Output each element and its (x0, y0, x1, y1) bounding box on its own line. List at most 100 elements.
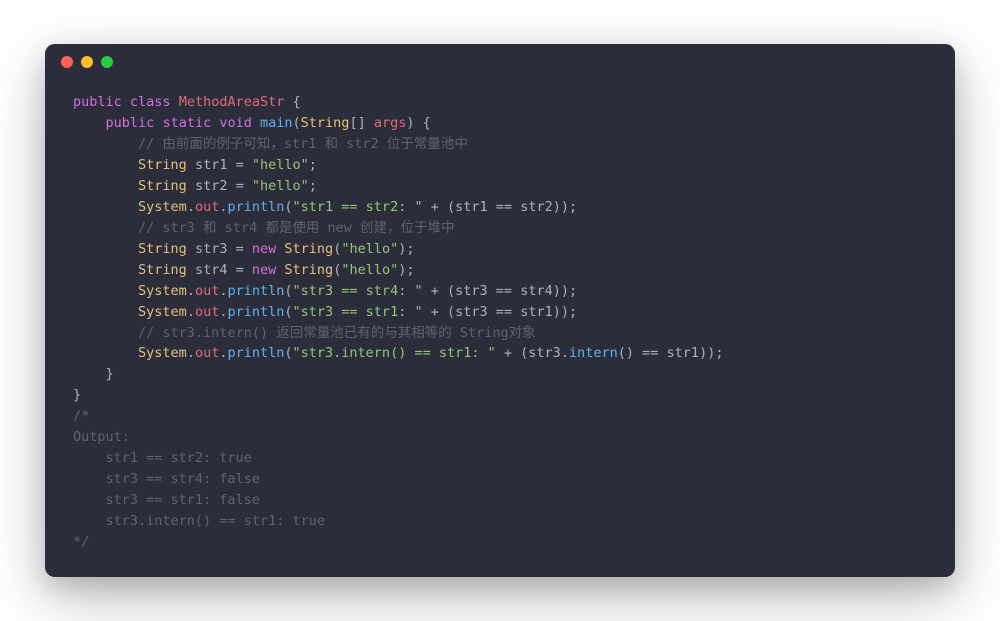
field-out: out (195, 345, 219, 361)
output-line: str3 == str4: false (73, 471, 260, 487)
block-comment-close: */ (73, 534, 89, 550)
field-out: out (195, 304, 219, 320)
kw-public: public (106, 115, 155, 131)
brace: { (293, 94, 301, 110)
str-msg12: "str1 == str2: " (293, 199, 423, 215)
assign: = (236, 241, 244, 257)
fn-intern: intern (569, 345, 618, 361)
paren: ( (447, 283, 455, 299)
type-string: String (284, 241, 333, 257)
maximize-icon[interactable] (101, 56, 113, 68)
brace: } (106, 366, 114, 382)
var-str3: str3 (195, 241, 228, 257)
type-system: System (138, 304, 187, 320)
minimize-icon[interactable] (81, 56, 93, 68)
paren: ( (447, 304, 455, 320)
output-label: Output: (73, 429, 130, 445)
kw-public: public (73, 94, 122, 110)
code-window: public class MethodAreaStr { public stat… (45, 44, 955, 576)
output-line: str3.intern() == str1: true (73, 513, 325, 529)
var-str3: str3 (455, 304, 488, 320)
code-block: public class MethodAreaStr { public stat… (45, 80, 955, 576)
type-system: System (138, 283, 187, 299)
eqeq: == (496, 199, 512, 215)
fn-println: println (227, 345, 284, 361)
dot: . (187, 199, 195, 215)
parens-semi: )); (699, 345, 723, 361)
var-str2: str2 (520, 199, 553, 215)
comment-line: // str3.intern() 返回常量池已有的与其相等的 String对象 (138, 325, 536, 341)
paren: ( (284, 283, 292, 299)
paren: ( (284, 304, 292, 320)
comment-line: // str3 和 str4 都是使用 new 创建，位于堆中 (138, 220, 454, 236)
assign: = (236, 178, 244, 194)
var-str4: str4 (195, 262, 228, 278)
type-string: String (138, 262, 187, 278)
parens-semi: )); (553, 304, 577, 320)
titlebar (45, 44, 955, 80)
plus: + (431, 304, 439, 320)
plus: + (431, 283, 439, 299)
str-hello: "hello" (341, 262, 398, 278)
plus: + (431, 199, 439, 215)
brackets: [] (349, 115, 365, 131)
parens-semi: )); (553, 283, 577, 299)
block-comment-open: /* (73, 408, 89, 424)
assign: = (236, 157, 244, 173)
str-msg-intern: "str3.intern() == str1: " (293, 345, 496, 361)
kw-void: void (219, 115, 252, 131)
paren: ( (284, 199, 292, 215)
fn-println: println (227, 283, 284, 299)
fn-println: println (227, 304, 284, 320)
output-line: str1 == str2: true (73, 450, 252, 466)
paren: ( (447, 199, 455, 215)
str-hello: "hello" (252, 178, 309, 194)
kw-new: new (252, 262, 276, 278)
kw-new: new (252, 241, 276, 257)
var-str2: str2 (195, 178, 228, 194)
type-system: System (138, 345, 187, 361)
var-str3: str3 (455, 283, 488, 299)
eqeq: == (642, 345, 658, 361)
dot: . (187, 304, 195, 320)
field-out: out (195, 283, 219, 299)
dot: . (187, 283, 195, 299)
type-string: String (138, 241, 187, 257)
type-string: String (284, 262, 333, 278)
dot: . (187, 345, 195, 361)
semi: ; (309, 157, 317, 173)
field-out: out (195, 199, 219, 215)
type-string: String (138, 157, 187, 173)
kw-class: class (130, 94, 171, 110)
paren: ( (284, 345, 292, 361)
comment-line: // 由前面的例子可知，str1 和 str2 位于常量池中 (138, 136, 468, 152)
parens: () (618, 345, 634, 361)
str-msg31: "str3 == str1: " (293, 304, 423, 320)
kw-static: static (162, 115, 211, 131)
str-hello: "hello" (252, 157, 309, 173)
fn-println: println (227, 199, 284, 215)
close-icon[interactable] (61, 56, 73, 68)
var-str4: str4 (520, 283, 553, 299)
type-string: String (301, 115, 350, 131)
eqeq: == (496, 304, 512, 320)
var-str1: str1 (195, 157, 228, 173)
paren: ( (293, 115, 301, 131)
param-args: args (374, 115, 407, 131)
dot: . (561, 345, 569, 361)
type-string: String (138, 178, 187, 194)
str-msg34: "str3 == str4: " (293, 283, 423, 299)
paren-brace: ) { (406, 115, 430, 131)
fn-main: main (260, 115, 293, 131)
str-hello: "hello" (341, 241, 398, 257)
class-name: MethodAreaStr (179, 94, 285, 110)
eqeq: == (496, 283, 512, 299)
var-str3: str3 (528, 345, 561, 361)
brace: } (73, 387, 81, 403)
var-str1: str1 (520, 304, 553, 320)
output-line: str3 == str1: false (73, 492, 260, 508)
type-system: System (138, 199, 187, 215)
plus: + (504, 345, 512, 361)
paren-semi: ); (398, 241, 414, 257)
parens-semi: )); (553, 199, 577, 215)
